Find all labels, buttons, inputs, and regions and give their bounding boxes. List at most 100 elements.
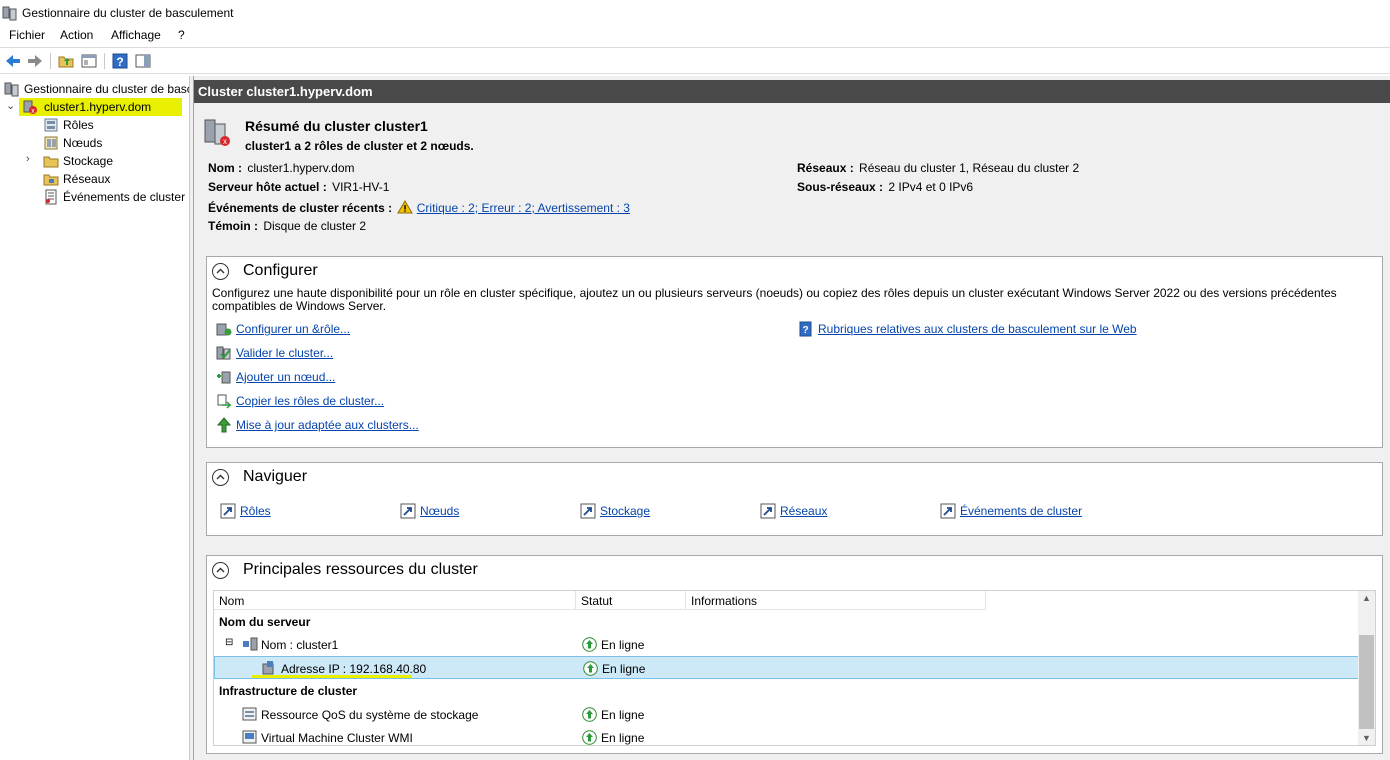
help-icon[interactable]: ? [111, 52, 129, 70]
nav-roles-label[interactable]: Rôles [240, 504, 271, 518]
shortcut-arrow-icon [760, 503, 776, 519]
shortcut-arrow-icon [940, 503, 956, 519]
tree-item-storage[interactable]: › Stockage [26, 152, 186, 170]
shortcut-arrow-icon [220, 503, 236, 519]
table-row[interactable]: Virtual Machine Cluster WMI En ligne [214, 726, 1360, 749]
tree-cluster-label: cluster1.hyperv.dom [44, 100, 152, 114]
collapsed-chevron-icon[interactable]: › [26, 153, 30, 165]
collapse-navigate-button[interactable] [212, 469, 229, 486]
warning-icon [397, 200, 414, 214]
vertical-scrollbar[interactable]: ▲ ▼ [1358, 591, 1375, 745]
navigation-tree: Gestionnaire du cluster de basc ⌄ x clus… [0, 76, 193, 760]
nav-networks-label[interactable]: Réseaux [780, 504, 827, 518]
scroll-down-icon[interactable]: ▼ [1362, 733, 1371, 743]
main-pane: Cluster cluster1.hyperv.dom x Résumé du … [194, 76, 1390, 760]
up-folder-icon[interactable] [57, 52, 75, 70]
toolbar: ? [0, 47, 1390, 74]
group-header-infra: Infrastructure de cluster [214, 680, 1360, 703]
tree-item-label: Nœuds [63, 136, 103, 150]
tree-item-events[interactable]: Événements de cluster [43, 188, 188, 206]
validate-cluster-label[interactable]: Valider le cluster... [236, 346, 333, 360]
shortcut-arrow-icon [580, 503, 596, 519]
add-node-icon [217, 371, 231, 384]
column-header-status[interactable]: Statut [576, 591, 686, 610]
window-title: Gestionnaire du cluster de basculement [22, 6, 234, 20]
validate-cluster-icon [216, 346, 231, 360]
navigate-panel: Naviguer Rôles Nœuds Stockage Réseaux Év… [206, 462, 1383, 536]
annotation-highlight [252, 675, 412, 678]
show-action-pane-icon[interactable] [134, 52, 152, 70]
forward-arrow-icon[interactable] [26, 52, 44, 70]
back-arrow-icon[interactable] [4, 52, 22, 70]
online-arrow-icon [583, 661, 598, 676]
tree-item-label: Stockage [63, 154, 114, 168]
online-arrow-icon [582, 707, 597, 722]
resources-panel: Principales ressources du cluster Nom St… [206, 555, 1383, 754]
pane-header: Cluster cluster1.hyperv.dom [194, 80, 1390, 103]
collapse-toggle-icon[interactable]: ⊟ [225, 637, 233, 648]
toolbar-separator [104, 53, 105, 69]
column-header-info[interactable]: Informations [686, 591, 986, 610]
storage-qos-icon [242, 707, 257, 721]
nav-nodes-label[interactable]: Nœuds [420, 504, 459, 518]
group-label: Nom du serveur [219, 615, 311, 629]
tree-cluster[interactable]: ⌄ x cluster1.hyperv.dom [6, 98, 186, 116]
tree-item-networks[interactable]: Réseaux [43, 170, 183, 188]
witness-label: Témoin : [208, 219, 258, 233]
add-node-label[interactable]: Ajouter un nœud... [236, 370, 335, 384]
group-label: Infrastructure de cluster [219, 684, 358, 698]
recent-events-link[interactable]: Critique : 2; Erreur : 2; Avertissement … [417, 201, 630, 215]
resources-grid: Nom Statut Informations Nom du serveur ⊟… [213, 590, 1376, 746]
summary-name-row: Nom : cluster1.hyperv.dom [208, 161, 355, 175]
collapse-resources-button[interactable] [212, 562, 229, 579]
table-row[interactable]: ⊟ Nom : cluster1 En ligne [214, 633, 1360, 656]
expanded-chevron-icon[interactable]: ⌄ [6, 99, 15, 112]
summary-subtitle: cluster1 a 2 rôles de cluster et 2 nœuds… [245, 139, 474, 153]
copy-roles-icon [217, 394, 232, 409]
table-row[interactable]: Ressource QoS du système de stockage En … [214, 703, 1360, 726]
show-hide-tree-icon[interactable] [80, 52, 98, 70]
scroll-up-icon[interactable]: ▲ [1362, 593, 1371, 603]
collapse-configure-button[interactable] [212, 263, 229, 280]
nav-events-label[interactable]: Événements de cluster [960, 504, 1082, 518]
resource-status: En ligne [601, 638, 645, 652]
cluster-summary-icon: x [204, 119, 230, 146]
host-value: VIR1-HV-1 [332, 180, 390, 194]
tree-item-label: Rôles [63, 118, 94, 132]
menu-affichage[interactable]: Affichage [111, 28, 161, 42]
configure-description: Configurez une haute disponibilité pour … [212, 286, 1337, 313]
tree-item-nodes[interactable]: Nœuds [43, 134, 183, 152]
scroll-thumb[interactable] [1359, 635, 1374, 729]
cluster-aware-update-label[interactable]: Mise à jour adaptée aux clusters... [236, 418, 419, 432]
tree-item-roles[interactable]: Rôles [43, 116, 183, 134]
tree-item-label: Réseaux [63, 172, 111, 186]
menu-help[interactable]: ? [178, 28, 185, 42]
online-arrow-icon [582, 637, 597, 652]
navigate-title: Naviguer [243, 468, 308, 485]
subnets-value: 2 IPv4 et 0 IPv6 [888, 180, 974, 194]
configure-role-icon [216, 323, 232, 336]
witness-value: Disque de cluster 2 [263, 219, 367, 233]
summary-witness-row: Témoin : Disque de cluster 2 [208, 219, 366, 233]
nav-storage-label[interactable]: Stockage [600, 504, 650, 518]
copy-roles-label[interactable]: Copier les rôles de cluster... [236, 394, 384, 408]
resources-title: Principales ressources du cluster [243, 561, 478, 578]
chevron-up-icon [216, 474, 225, 480]
resource-name: Nom : cluster1 [261, 638, 339, 652]
tree-root[interactable]: Gestionnaire du cluster de basc [4, 80, 193, 98]
networks-label: Réseaux : [797, 161, 854, 175]
title-bar: Gestionnaire du cluster de basculement [0, 0, 1390, 26]
menu-action[interactable]: Action [60, 28, 93, 42]
menu-fichier[interactable]: Fichier [9, 28, 45, 42]
configure-role-label[interactable]: Configurer un &rôle... [236, 322, 350, 336]
help-topics-label[interactable]: Rubriques relatives aux clusters de basc… [818, 322, 1137, 336]
name-value: cluster1.hyperv.dom [247, 161, 355, 175]
chevron-up-icon [216, 567, 225, 573]
configure-panel: Configurer Configurez une haute disponib… [206, 256, 1383, 448]
resource-status: En ligne [602, 662, 646, 676]
pane-header-title: Cluster cluster1.hyperv.dom [198, 84, 373, 99]
events-icon [45, 189, 57, 205]
column-header-name[interactable]: Nom [214, 591, 576, 610]
update-arrow-icon [216, 417, 232, 433]
events-label: Événements de cluster récents : [208, 201, 393, 215]
